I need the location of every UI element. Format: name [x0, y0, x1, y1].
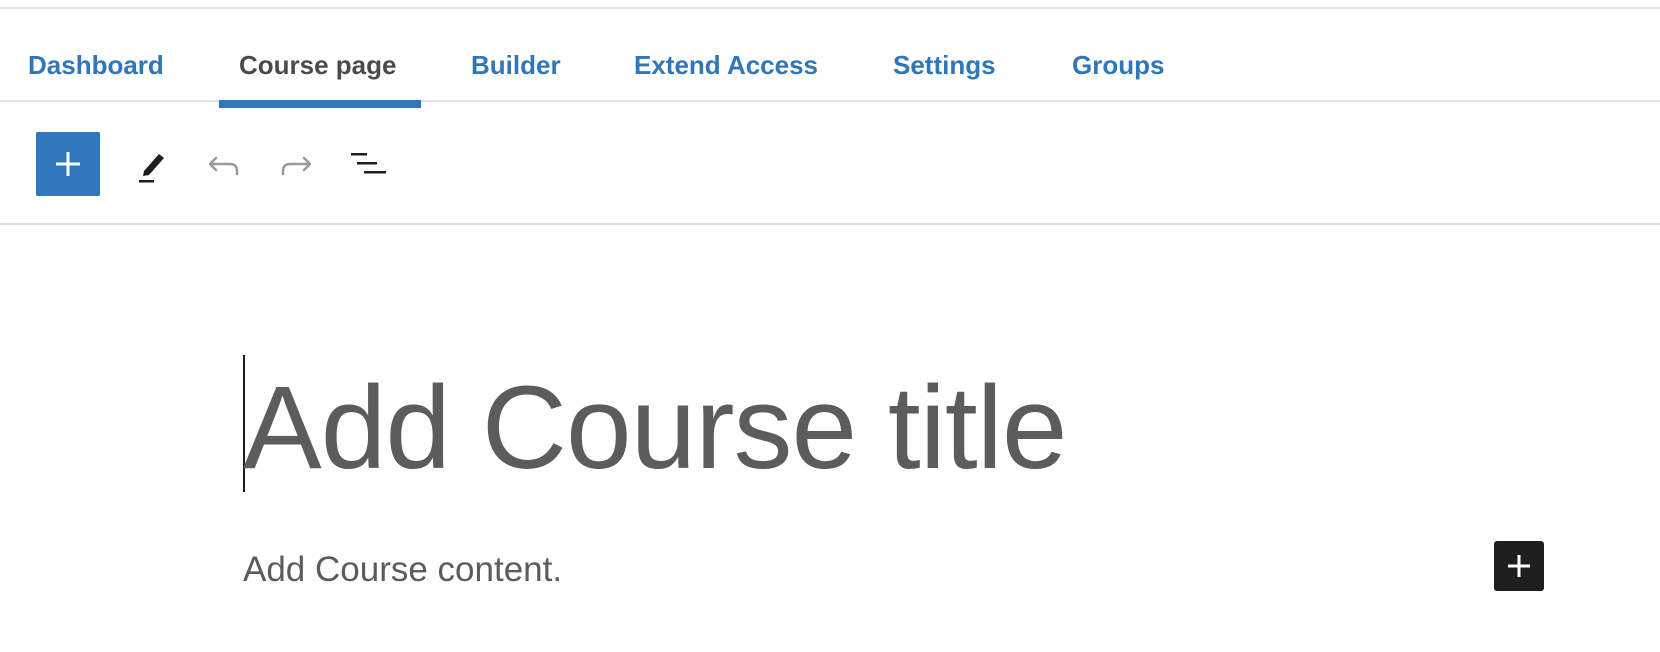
redo-button[interactable] [274, 142, 318, 186]
add-block-button[interactable] [36, 132, 100, 196]
course-tabs: Dashboard Course page Builder Extend Acc… [0, 9, 1660, 102]
tab-builder[interactable]: Builder [471, 9, 561, 102]
list-view-icon [351, 153, 386, 174]
tab-course-page[interactable]: Course page [239, 9, 397, 102]
course-content-input[interactable]: Add Course content. [243, 548, 562, 592]
pencil-icon [139, 154, 164, 183]
tab-settings[interactable]: Settings [893, 9, 996, 102]
plus-icon [1508, 555, 1530, 577]
undo-icon [208, 156, 239, 176]
tab-dashboard[interactable]: Dashboard [28, 9, 164, 102]
edit-mode-button[interactable] [130, 142, 174, 186]
inline-add-block-button[interactable] [1494, 541, 1544, 591]
undo-button[interactable] [202, 142, 246, 186]
course-title-input[interactable]: Add Course title [243, 358, 1068, 498]
document-overview-button[interactable] [346, 142, 390, 186]
editor-toolbar [0, 102, 1660, 225]
plus-icon [56, 152, 80, 176]
tab-groups[interactable]: Groups [1072, 9, 1164, 102]
tab-extend-access[interactable]: Extend Access [634, 9, 818, 102]
redo-icon [281, 156, 312, 176]
